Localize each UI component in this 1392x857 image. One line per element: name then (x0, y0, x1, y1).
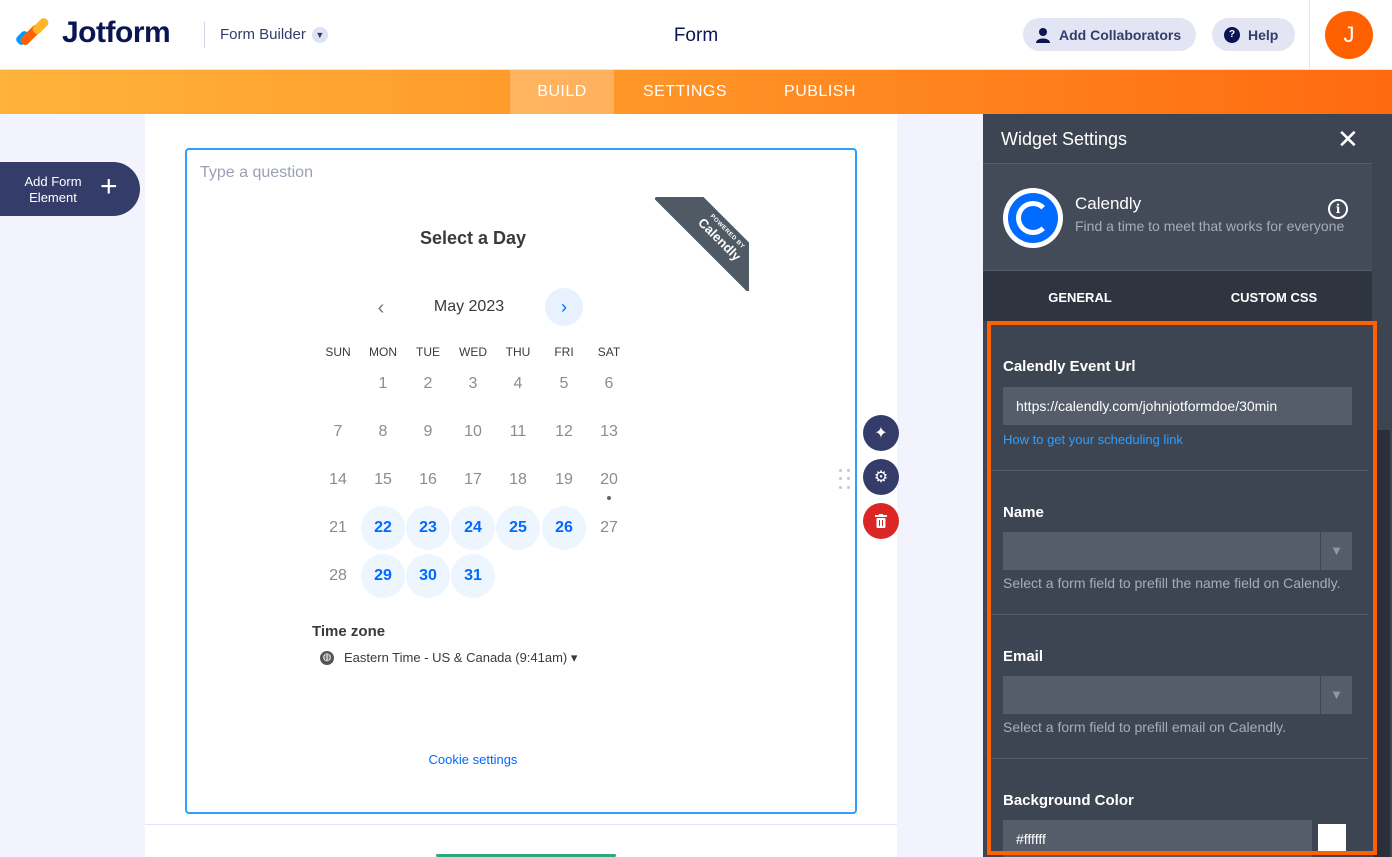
globe-icon: ◍ (320, 651, 334, 665)
calendar-day: 9 (423, 423, 433, 440)
calendar-day-available[interactable]: 23 (406, 506, 450, 550)
gear-icon[interactable]: ⚙ (863, 459, 899, 495)
tab-general[interactable]: GENERAL (983, 290, 1177, 305)
month-navigator: ‹ May 2023 › (367, 288, 587, 328)
calendly-logo-icon (1003, 188, 1063, 248)
today-indicator (607, 496, 611, 500)
magic-wand-icon[interactable]: ✦ (863, 415, 899, 451)
timezone-value: Eastern Time - US & Canada (9:41am) ▾ (344, 650, 578, 665)
calendar-day: 3 (468, 375, 478, 392)
header-divider (204, 22, 205, 48)
info-icon[interactable]: i (1328, 199, 1348, 219)
calendar-day: 11 (509, 423, 527, 440)
weekday-label: WED (459, 345, 487, 359)
close-icon[interactable]: ✕ (1337, 124, 1359, 155)
plus-icon: + (100, 170, 118, 203)
calendar-day: 4 (513, 375, 523, 392)
help-button[interactable]: ? Help (1212, 18, 1295, 51)
calendar-day: 28 (329, 567, 347, 584)
add-element-line2: Element (29, 190, 77, 205)
calendar-day: 8 (378, 423, 388, 440)
calendar-day: 16 (419, 471, 437, 488)
calendar-day: 5 (559, 375, 569, 392)
panel-tabs: GENERAL CUSTOM CSS (983, 271, 1372, 321)
brand-name: Jotform (62, 16, 171, 49)
cookie-settings-link[interactable]: Cookie settings (415, 752, 531, 767)
calendar-day-available[interactable]: 24 (451, 506, 495, 550)
calendar-day: 2 (423, 375, 433, 392)
form-title[interactable]: Form (640, 25, 752, 47)
calendar-day: 17 (464, 471, 482, 488)
form-builder-menu[interactable]: Form Builder ▼ (220, 26, 328, 43)
help-label: Help (1248, 26, 1279, 43)
calendly-widget-field[interactable]: Type a question Select a Day POWERED BY … (185, 148, 857, 814)
weekday-label: THU (505, 345, 531, 359)
weekday-label: SUN (325, 345, 351, 359)
user-icon (1036, 27, 1050, 43)
calendar-day: 7 (333, 423, 343, 440)
tab-build[interactable]: BUILD (510, 70, 614, 114)
weekday-label: FRI (554, 345, 574, 359)
highlight-frame (987, 321, 1377, 855)
widget-description: Find a time to meet that works for every… (1075, 218, 1345, 234)
jotform-logo-icon (14, 16, 51, 49)
trash-icon[interactable] (863, 503, 899, 539)
canvas-separator (145, 824, 897, 825)
calendar-day-available[interactable]: 31 (451, 554, 495, 598)
calendar-day-available[interactable]: 22 (361, 506, 405, 550)
timezone-selector[interactable]: ◍ Eastern Time - US & Canada (9:41am) ▾ (320, 650, 577, 666)
add-form-element-label: Add Form Element (18, 174, 88, 206)
calendar-day: 18 (509, 471, 527, 488)
drag-handle[interactable] (839, 469, 851, 491)
panel-title: Widget Settings (1001, 129, 1128, 149)
weekday-label: MON (369, 345, 397, 359)
add-element-line1: Add Form (24, 174, 82, 189)
panel-header: Widget Settings ✕ (983, 114, 1372, 164)
calendar-day: 14 (329, 471, 347, 488)
header-divider-right (1309, 0, 1310, 70)
tab-publish[interactable]: PUBLISH (768, 70, 872, 114)
calendar-day: 27 (600, 519, 618, 536)
tab-custom-css[interactable]: CUSTOM CSS (1177, 290, 1371, 305)
calendar-day: 1 (378, 375, 388, 392)
calendar-day: 21 (329, 519, 347, 536)
add-form-element-button[interactable]: Add Form Element + (0, 162, 140, 216)
add-collaborators-button[interactable]: Add Collaborators (1023, 18, 1196, 51)
help-icon: ? (1224, 26, 1240, 43)
calendar-day: 12 (555, 423, 573, 440)
calendar-day: 19 (555, 471, 573, 488)
weekday-label: TUE (416, 345, 440, 359)
calendar-day-available[interactable]: 25 (496, 506, 540, 550)
timezone-label: Time zone (312, 623, 386, 640)
select-day-heading: Select a Day (419, 228, 527, 248)
calendar-day: 6 (604, 375, 614, 392)
jotform-logo[interactable]: Jotform (14, 16, 171, 50)
tab-settings[interactable]: SETTINGS (626, 70, 744, 114)
chevron-right-icon[interactable]: › (545, 288, 583, 326)
calendar-day-available[interactable]: 26 (542, 506, 586, 550)
chevron-left-icon[interactable]: ‹ (367, 294, 395, 322)
widget-name: Calendly (1075, 194, 1142, 213)
avatar[interactable]: J (1325, 11, 1373, 59)
calendar-day: 13 (600, 423, 618, 440)
calendar-day: 10 (464, 423, 482, 440)
widget-info: Calendly Find a time to meet that works … (983, 164, 1372, 271)
weekday-label: SAT (597, 345, 621, 359)
form-builder-label: Form Builder (220, 26, 306, 43)
question-placeholder[interactable]: Type a question (200, 164, 313, 182)
calendar-day-available[interactable]: 29 (361, 554, 405, 598)
chevron-down-icon: ▼ (311, 26, 328, 43)
powered-by-calendly-ribbon[interactable]: POWERED BY Calendly (655, 197, 749, 291)
add-collaborators-label: Add Collaborators (1059, 26, 1182, 43)
calendar-day: 15 (374, 471, 392, 488)
calendar-day-available[interactable]: 30 (406, 554, 450, 598)
builder-nav: BUILD SETTINGS PUBLISH (0, 70, 1392, 114)
top-header: Jotform Form Builder ▼ Form Add Collabor… (0, 0, 1392, 70)
month-label: May 2023 (433, 298, 505, 315)
